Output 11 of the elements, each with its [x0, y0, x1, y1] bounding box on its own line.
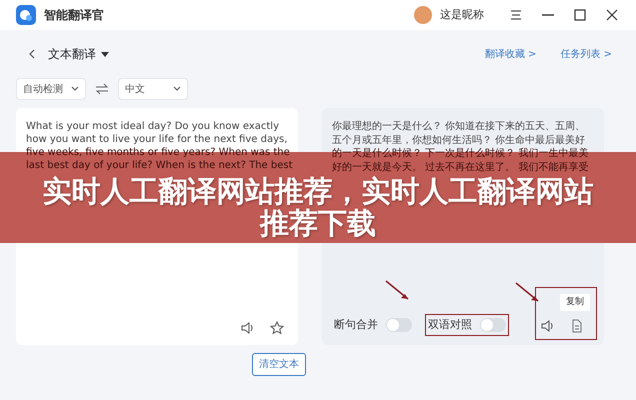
- source-text-line: how you want to live your life for the next five days,: [26, 133, 288, 146]
- copy-tooltip: 复制: [560, 294, 590, 311]
- toggle-label: 断句合并: [334, 316, 378, 332]
- banner-title: 实时人工翻译网站推荐，实时人工翻译网站推荐下载: [42, 175, 594, 239]
- translation-line: 你最理想的一天是什么？ 你知道在接下来的五天、五周、: [332, 120, 586, 134]
- translation-line: 五个月或五年里，你想如何生活吗？ 你生命中最后最美好: [332, 134, 586, 147]
- translation-line: 好的一天就是今天。 过去不再在这里了。 我们不能再享受: [332, 160, 588, 174]
- source-text-line: last best day of your life? When is the next? The best: [26, 159, 292, 172]
- source-text-line: What is your most ideal day? Do you know exactly: [26, 120, 279, 133]
- toggle-label: 双语对照: [428, 316, 472, 332]
- app-title: 智能翻译官: [44, 7, 104, 24]
